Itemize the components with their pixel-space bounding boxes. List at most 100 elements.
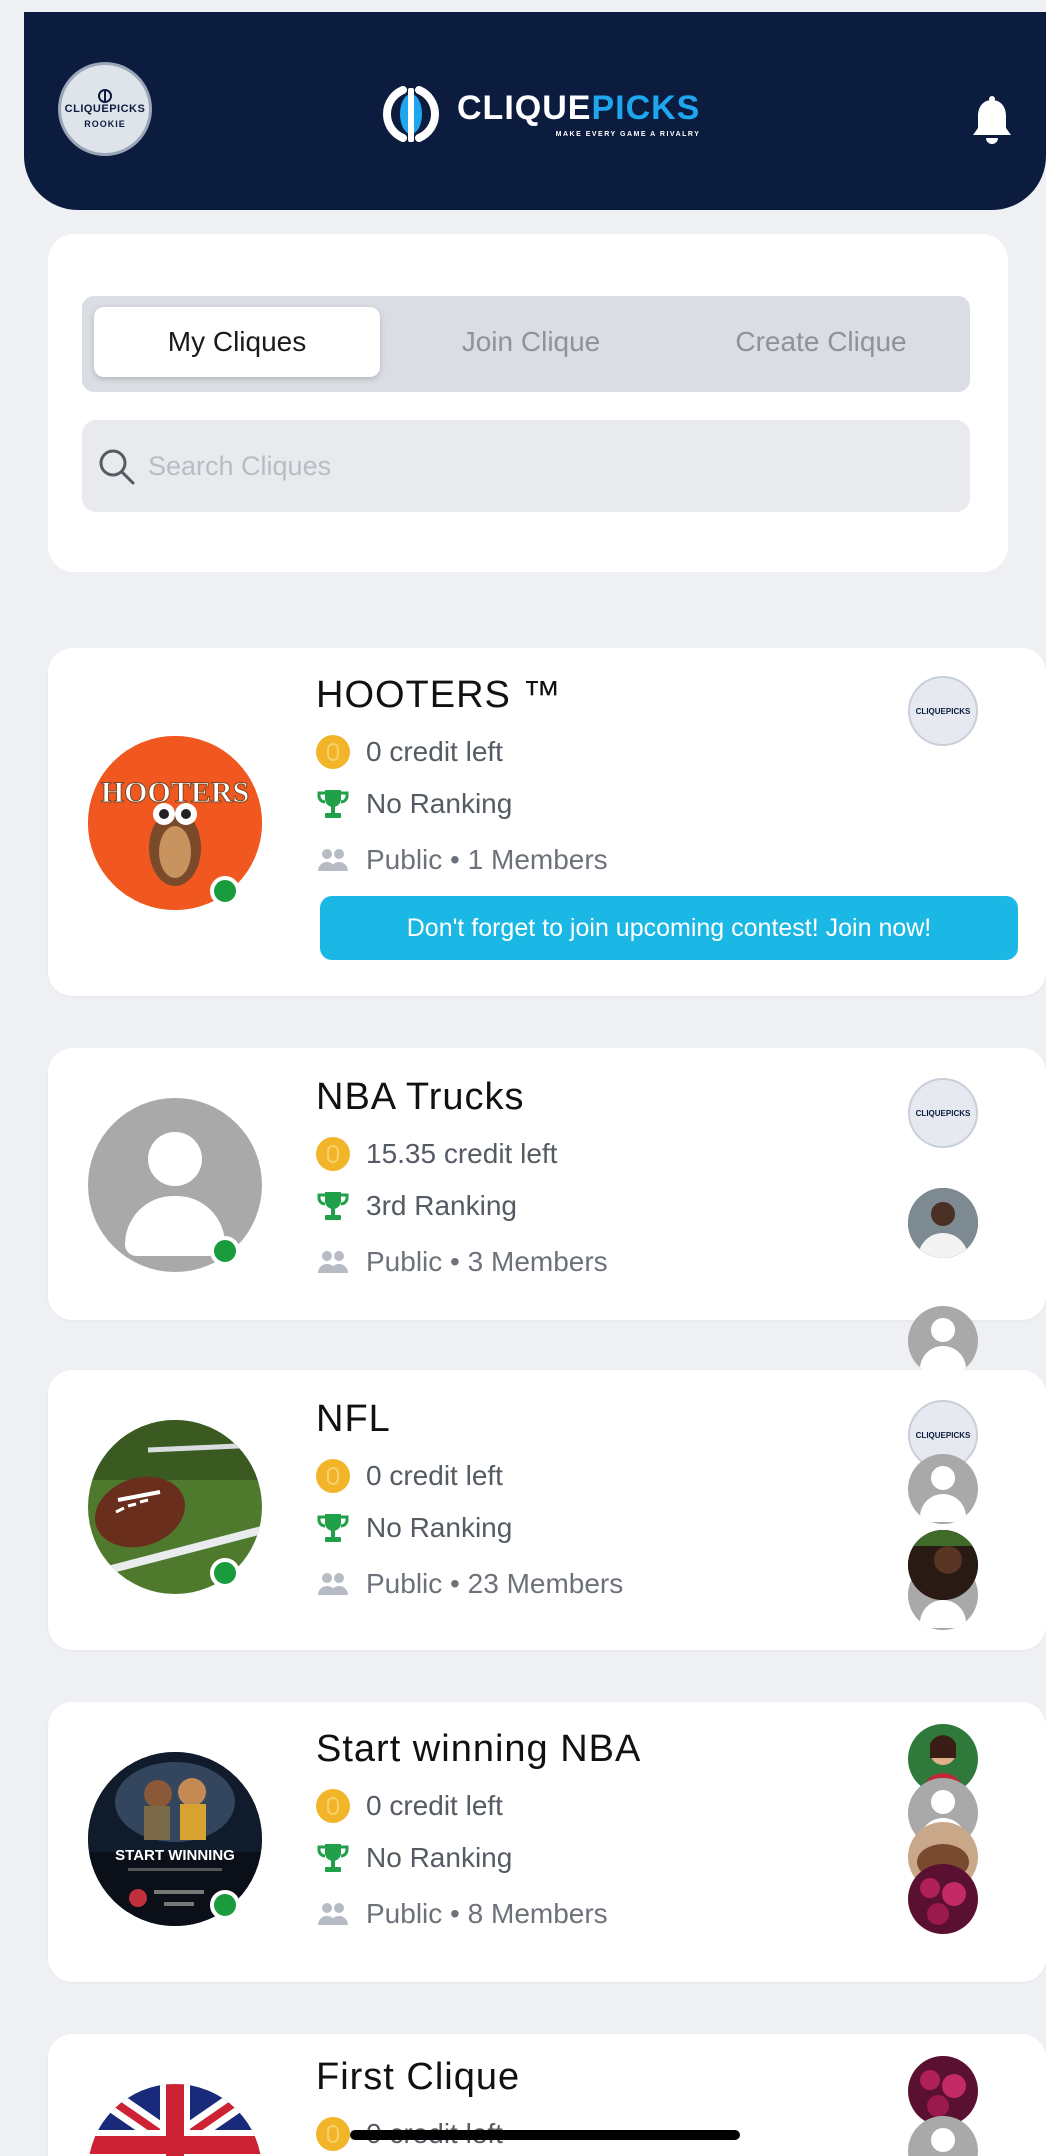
member-photo <box>908 1188 978 1258</box>
bell-icon[interactable] <box>968 96 1016 146</box>
online-status-dot <box>210 1236 240 1266</box>
brand-name-part-a: CLIQUE <box>457 88 592 127</box>
member-avatar-head <box>931 1466 955 1490</box>
coin-icon <box>316 735 350 769</box>
visibility-text: Public <box>366 1568 443 1599</box>
clique-card-nba-trucks[interactable]: NBA Trucks 15.35 credit left 3rd Ranking <box>48 1048 1046 1376</box>
ranking-row: No Ranking <box>316 1836 512 1880</box>
online-status-dot <box>210 1558 240 1588</box>
separator-dot: • <box>450 1246 460 1277</box>
separator-dot: • <box>450 844 460 875</box>
clique-avatar-first-clique <box>88 2084 262 2156</box>
member-avatar-logo: CLIQUEPICKS <box>915 706 971 716</box>
group-icon <box>318 1573 348 1595</box>
ranking-text: 3rd Ranking <box>366 1190 517 1221</box>
member-avatar-logo: CLIQUEPICKS <box>915 1108 971 1118</box>
brand-name: CLIQUEPICKS <box>457 91 700 125</box>
member-photo <box>908 1530 978 1600</box>
app-screen: CLIQUEPICKS ROOKIE CLIQUEPICKS MAKE EVER… <box>0 0 1046 2156</box>
brand-name-part-b: PICKS <box>591 88 701 127</box>
member-avatar-head <box>931 1318 955 1342</box>
members-row: Public • 3 Members <box>316 1240 608 1284</box>
clique-tabs: My Cliques Join Clique Create Clique <box>82 296 970 392</box>
member-avatar-body <box>920 1494 966 1522</box>
home-indicator[interactable] <box>350 2130 740 2140</box>
clique-card-hooters[interactable]: HOOTERS HOOTERS ™ 0 credit left No Ranki… <box>48 648 1046 996</box>
ranking-row: No Ranking <box>316 782 512 826</box>
member-avatar: CLIQUEPICKS <box>908 676 978 746</box>
credit-text: 0 credit left <box>366 1790 503 1821</box>
search-icon <box>99 449 135 485</box>
credit-row: 0 credit left <box>316 1784 503 1828</box>
member-avatar-head <box>931 2128 955 2152</box>
cliquepicks-logo-icon <box>383 86 439 142</box>
member-avatar-photo <box>908 1530 978 1600</box>
ranking-row: No Ranking <box>316 1506 512 1550</box>
members-text: 3 Members <box>467 1246 608 1277</box>
member-photo <box>908 1864 978 1934</box>
clique-name: NBA Trucks <box>316 1076 525 1118</box>
clique-card-start-winning-nba[interactable]: START WINNING Start winning NBA 0 credit… <box>48 1702 1046 1982</box>
members-text: 23 Members <box>467 1568 624 1599</box>
clique-card-nfl[interactable]: NFL 0 credit left No Ranking Public • 23 <box>48 1370 1046 1650</box>
search-input[interactable] <box>146 449 950 483</box>
tab-my-cliques[interactable]: My Cliques <box>94 307 380 377</box>
tab-join-clique[interactable]: Join Clique <box>388 307 674 377</box>
credit-text: 15.35 credit left <box>366 1138 558 1169</box>
visibility-text: Public <box>366 844 443 875</box>
group-icon <box>318 849 348 871</box>
member-avatar-photo <box>908 1188 978 1258</box>
ranking-text: No Ranking <box>366 1842 513 1873</box>
search-bar[interactable] <box>82 420 970 512</box>
coin-icon <box>316 1137 350 1171</box>
hooters-avatar-text: HOOTERS <box>101 776 249 809</box>
coin-icon <box>316 1459 350 1493</box>
brand-mini-icon <box>98 89 112 103</box>
visibility-text: Public <box>366 1898 443 1929</box>
trophy-icon <box>317 1514 349 1542</box>
member-avatar-body <box>920 1600 966 1628</box>
separator-dot: • <box>450 1568 460 1599</box>
clique-name: Start winning NBA <box>316 1728 642 1770</box>
poster-title: START WINNING <box>115 1847 235 1864</box>
online-status-dot <box>210 876 240 906</box>
member-avatar-logo: CLIQUEPICKS <box>915 1430 971 1440</box>
members-row: Public • 8 Members <box>316 1892 608 1936</box>
ranking-text: No Ranking <box>366 1512 513 1543</box>
group-icon <box>318 1903 348 1925</box>
profile-rank-badge[interactable]: CLIQUEPICKS ROOKIE <box>58 62 152 156</box>
ranking-row: 3rd Ranking <box>316 1184 517 1228</box>
visibility-text: Public <box>366 1246 443 1277</box>
members-row: Public • 23 Members <box>316 1562 623 1606</box>
trophy-icon <box>317 790 349 818</box>
credit-row: 15.35 credit left <box>316 1132 557 1176</box>
brand-text: CLIQUEPICKS MAKE EVERY GAME A RIVALRY <box>457 91 700 138</box>
trophy-icon <box>317 1844 349 1872</box>
online-status-dot <box>210 1890 240 1920</box>
badge-rank-text: ROOKIE <box>84 119 126 129</box>
badge-logo-text: CLIQUEPICKS <box>64 103 146 115</box>
credit-text: 0 credit left <box>366 1460 503 1491</box>
brand-logo: CLIQUEPICKS MAKE EVERY GAME A RIVALRY <box>379 74 700 154</box>
credit-row: 0 credit left <box>316 1454 503 1498</box>
member-avatar <box>908 1454 978 1524</box>
member-avatar <box>908 1306 978 1376</box>
group-icon <box>318 1251 348 1273</box>
join-contest-banner[interactable]: Don't forget to join upcoming contest! J… <box>320 896 1018 960</box>
coin-icon <box>316 2117 350 2151</box>
tab-create-clique[interactable]: Create Clique <box>678 307 964 377</box>
flag-avatar <box>88 2084 262 2156</box>
clique-name: NFL <box>316 1398 391 1440</box>
member-avatar: CLIQUEPICKS <box>908 1078 978 1148</box>
trophy-icon <box>317 1192 349 1220</box>
members-row: Public • 1 Members <box>316 838 608 882</box>
member-avatar <box>908 2116 978 2156</box>
app-header: CLIQUEPICKS ROOKIE CLIQUEPICKS MAKE EVER… <box>24 12 1046 210</box>
clique-name: HOOTERS ™ <box>316 674 562 716</box>
member-avatar-photo <box>908 1864 978 1934</box>
default-person-head <box>148 1132 202 1186</box>
credit-row: 0 credit left <box>316 730 503 774</box>
separator-dot: • <box>450 1898 460 1929</box>
member-avatar-head <box>931 1790 955 1814</box>
members-text: 8 Members <box>467 1898 608 1929</box>
